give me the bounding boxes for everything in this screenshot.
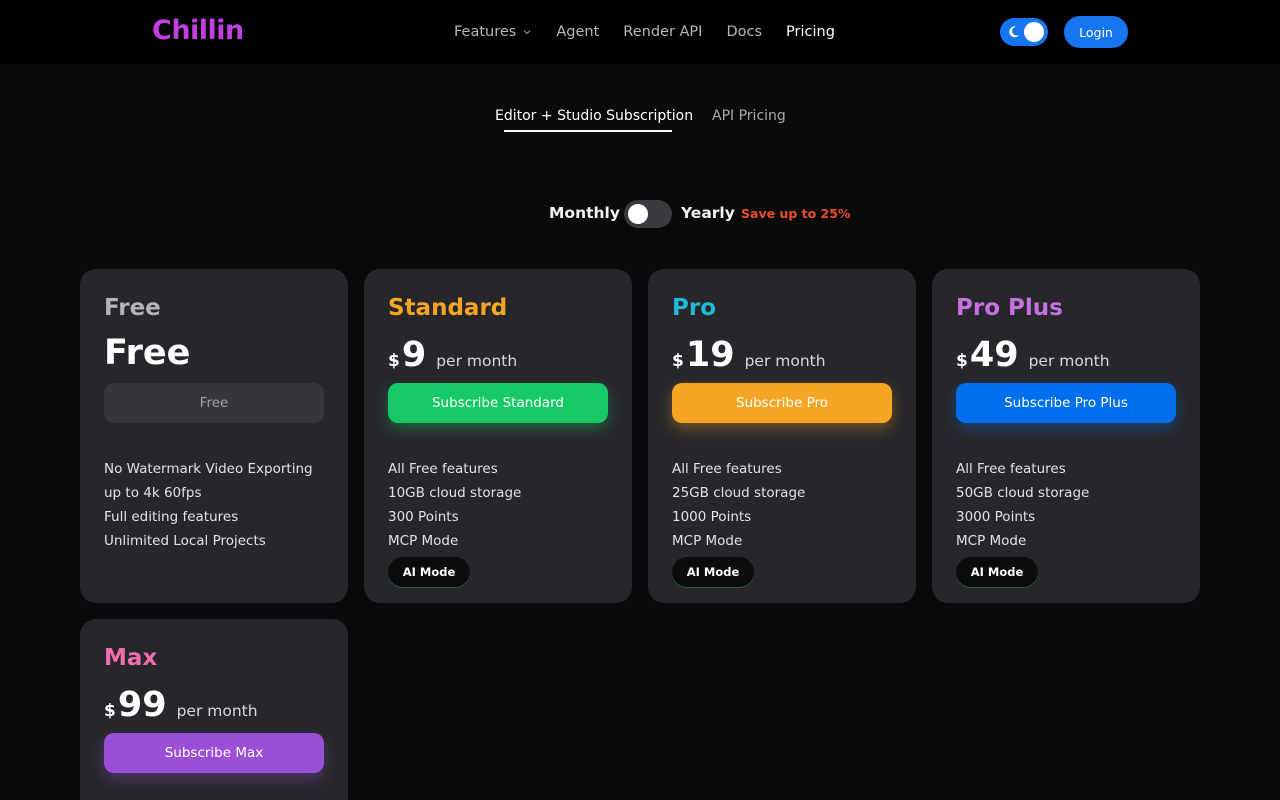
plan-card-max: Max $ 99 per month Subscribe Max <box>80 619 348 800</box>
pricing-tabs: Editor + Studio Subscription API Pricing <box>0 102 1280 136</box>
feature-item: 25GB cloud storage <box>672 485 806 501</box>
plan-name: Max <box>104 645 158 671</box>
moon-icon <box>1009 26 1020 38</box>
plan-price: Free <box>104 333 191 373</box>
billing-switch[interactable] <box>624 200 672 228</box>
feature-item: All Free features <box>956 461 1066 477</box>
theme-toggle-knob <box>1024 22 1044 42</box>
feature-item: 300 Points <box>388 509 459 525</box>
plan-card-pro-plus: Pro Plus $ 49 per month Subscribe Pro Pl… <box>932 269 1200 603</box>
feature-item: All Free features <box>388 461 498 477</box>
tab-editor-studio-subscription[interactable]: Editor + Studio Subscription <box>495 108 693 124</box>
billing-period-toggle: Monthly Yearly Save up to 25% <box>0 198 1280 230</box>
feature-item: All Free features <box>672 461 782 477</box>
chevron-down-icon <box>523 30 531 35</box>
plan-card-standard: Standard $ 9 per month Subscribe Standar… <box>364 269 632 603</box>
feature-item: 3000 Points <box>956 509 1036 525</box>
ai-mode-badge[interactable]: AI Mode <box>672 557 754 587</box>
feature-item: up to 4k 60fps <box>104 485 202 501</box>
feature-item: Unlimited Local Projects <box>104 533 266 549</box>
currency-symbol: $ <box>104 701 116 721</box>
free-plan-button[interactable]: Free <box>104 383 324 423</box>
theme-toggle[interactable] <box>1000 18 1048 46</box>
feature-item: 10GB cloud storage <box>388 485 522 501</box>
feature-list: All Free features 10GB cloud storage 300… <box>388 457 521 553</box>
price-amount: 99 <box>117 685 167 725</box>
price-period: per month <box>436 352 518 370</box>
plan-card-pro: Pro $ 19 per month Subscribe Pro All Fre… <box>648 269 916 603</box>
feature-item: MCP Mode <box>672 533 743 549</box>
ai-mode-badge[interactable]: AI Mode <box>956 557 1038 587</box>
plan-name: Pro Plus <box>956 295 1063 321</box>
subscribe-max-button[interactable]: Subscribe Max <box>104 733 324 773</box>
login-button[interactable]: Login <box>1064 16 1128 48</box>
nav-links: Features Agent Render API Docs Pricing <box>454 0 835 64</box>
plan-name: Pro <box>672 295 717 321</box>
plan-name: Free <box>104 295 161 321</box>
subscribe-pro-plus-button[interactable]: Subscribe Pro Plus <box>956 383 1176 423</box>
nav-link-agent[interactable]: Agent <box>556 24 599 40</box>
feature-list: No Watermark Video Exporting up to 4k 60… <box>104 457 313 553</box>
currency-symbol: $ <box>672 351 684 371</box>
plan-price: $ 49 per month <box>956 335 1110 375</box>
nav-link-render-api[interactable]: Render API <box>623 24 702 40</box>
feature-item: MCP Mode <box>388 533 459 549</box>
active-tab-indicator <box>504 130 672 132</box>
subscribe-standard-button[interactable]: Subscribe Standard <box>388 383 608 423</box>
feature-list: All Free features 50GB cloud storage 300… <box>956 457 1089 553</box>
price-period: per month <box>744 352 826 370</box>
feature-item: Full editing features <box>104 509 239 525</box>
currency-symbol: $ <box>956 351 968 371</box>
yearly-label[interactable]: Yearly <box>681 204 735 222</box>
subscribe-pro-button[interactable]: Subscribe Pro <box>672 383 892 423</box>
monthly-label[interactable]: Monthly <box>549 204 620 222</box>
price-period: per month <box>1028 352 1110 370</box>
feature-list: All Free features 25GB cloud storage 100… <box>672 457 805 553</box>
top-navbar: Chillin Features Agent Render API Docs P… <box>0 0 1280 64</box>
price-amount: 19 <box>685 335 735 375</box>
price-period: per month <box>176 702 258 720</box>
plan-price: $ 9 per month <box>388 335 517 375</box>
plan-price: $ 99 per month <box>104 685 258 725</box>
plan-price: $ 19 per month <box>672 335 826 375</box>
nav-link-docs[interactable]: Docs <box>726 24 762 40</box>
save-badge: Save up to 25% <box>741 206 851 221</box>
feature-item: No Watermark Video Exporting <box>104 461 313 477</box>
brand-logo[interactable]: Chillin <box>152 15 244 46</box>
price-amount: 9 <box>401 335 427 375</box>
feature-item: 1000 Points <box>672 509 752 525</box>
feature-item: MCP Mode <box>956 533 1027 549</box>
feature-item: 50GB cloud storage <box>956 485 1090 501</box>
plan-name: Standard <box>388 295 508 321</box>
plan-card-free: Free Free Free No Watermark Video Export… <box>80 269 348 603</box>
nav-link-label: Features <box>454 24 517 40</box>
tab-api-pricing[interactable]: API Pricing <box>712 108 786 124</box>
nav-link-features[interactable]: Features <box>454 24 532 40</box>
ai-mode-badge[interactable]: AI Mode <box>388 557 470 587</box>
billing-switch-knob <box>628 204 648 224</box>
nav-link-pricing[interactable]: Pricing <box>786 24 835 40</box>
currency-symbol: $ <box>388 351 400 371</box>
price-amount: 49 <box>969 335 1019 375</box>
